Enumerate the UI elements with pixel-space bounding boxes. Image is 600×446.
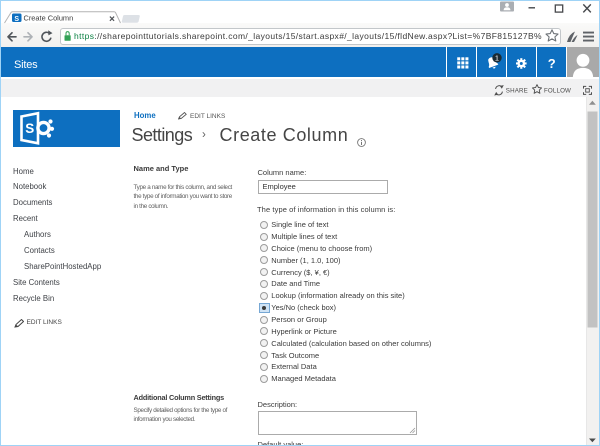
svg-text:S: S <box>25 121 34 136</box>
svg-text:?: ? <box>548 55 556 70</box>
svg-text:FOLLOW: FOLLOW <box>544 88 571 95</box>
svg-text:Create Column: Create Column <box>24 13 74 22</box>
svg-text:S: S <box>14 16 19 23</box>
svg-text:SHARE: SHARE <box>506 88 528 95</box>
svg-text:1: 1 <box>495 53 499 62</box>
